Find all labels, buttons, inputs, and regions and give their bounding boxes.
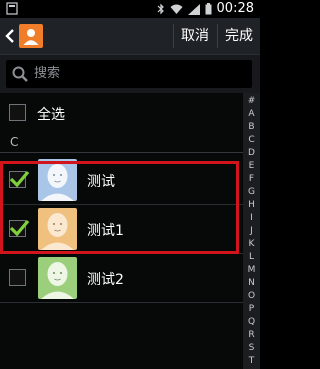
select-all-label: 全选	[37, 107, 65, 123]
index-letter[interactable]: J	[243, 226, 260, 236]
index-letter[interactable]: F	[243, 174, 260, 184]
cancel-button[interactable]: 取消	[174, 18, 216, 54]
wifi-icon	[170, 4, 183, 14]
index-letter[interactable]: E	[243, 161, 260, 171]
battery-icon	[205, 3, 212, 15]
index-letter[interactable]: #	[243, 96, 260, 106]
section-divider	[0, 152, 243, 153]
contact-name: 测试2	[87, 272, 124, 288]
index-letter[interactable]: P	[243, 304, 260, 314]
status-time: 00:28	[216, 1, 254, 16]
signal-icon	[187, 3, 200, 15]
section-header-label: C	[10, 135, 19, 149]
notification-icon	[6, 2, 18, 15]
index-letter[interactable]: H	[243, 200, 260, 210]
selection-highlight	[0, 161, 239, 254]
contact-row[interactable]: 测试2	[0, 254, 243, 302]
index-letter[interactable]: Q	[243, 317, 260, 327]
search-input[interactable]: 搜索	[6, 60, 252, 88]
status-bar: 00:28	[0, 0, 260, 18]
contact-person-icon	[23, 29, 39, 45]
index-letter[interactable]: L	[243, 252, 260, 262]
index-letter[interactable]: M	[243, 265, 260, 275]
index-letter[interactable]: S	[243, 343, 260, 353]
alphabet-index-bar[interactable]: # A B C D E F G H I J K L M N O P Q R S T	[243, 93, 260, 369]
done-button[interactable]: 完成	[218, 18, 260, 54]
index-letter[interactable]: R	[243, 330, 260, 340]
select-all-row[interactable]: 全选	[0, 93, 243, 133]
index-letter[interactable]: T	[243, 356, 260, 366]
index-letter[interactable]: B	[243, 122, 260, 132]
index-letter[interactable]: O	[243, 291, 260, 301]
search-icon	[12, 66, 28, 82]
search-placeholder: 搜索	[34, 66, 61, 81]
search-bar: 搜索	[0, 55, 260, 93]
index-letter[interactable]: K	[243, 239, 260, 249]
action-bar: 取消 完成	[0, 18, 260, 55]
index-letter[interactable]: C	[243, 135, 260, 145]
back-icon[interactable]	[4, 26, 16, 46]
bluetooth-icon	[157, 3, 164, 15]
contacts-app-icon[interactable]	[19, 24, 43, 48]
index-letter[interactable]: D	[243, 148, 260, 158]
index-letter[interactable]: A	[243, 109, 260, 119]
contact-avatar	[38, 257, 77, 299]
index-letter[interactable]: I	[243, 213, 260, 223]
section-header: C	[0, 133, 243, 153]
index-letter[interactable]: N	[243, 278, 260, 288]
person-avatar-icon	[41, 262, 74, 299]
index-letter[interactable]: G	[243, 187, 260, 197]
select-all-checkbox[interactable]	[9, 104, 26, 121]
row-divider	[0, 302, 243, 303]
contact-checkbox[interactable]	[9, 269, 26, 286]
